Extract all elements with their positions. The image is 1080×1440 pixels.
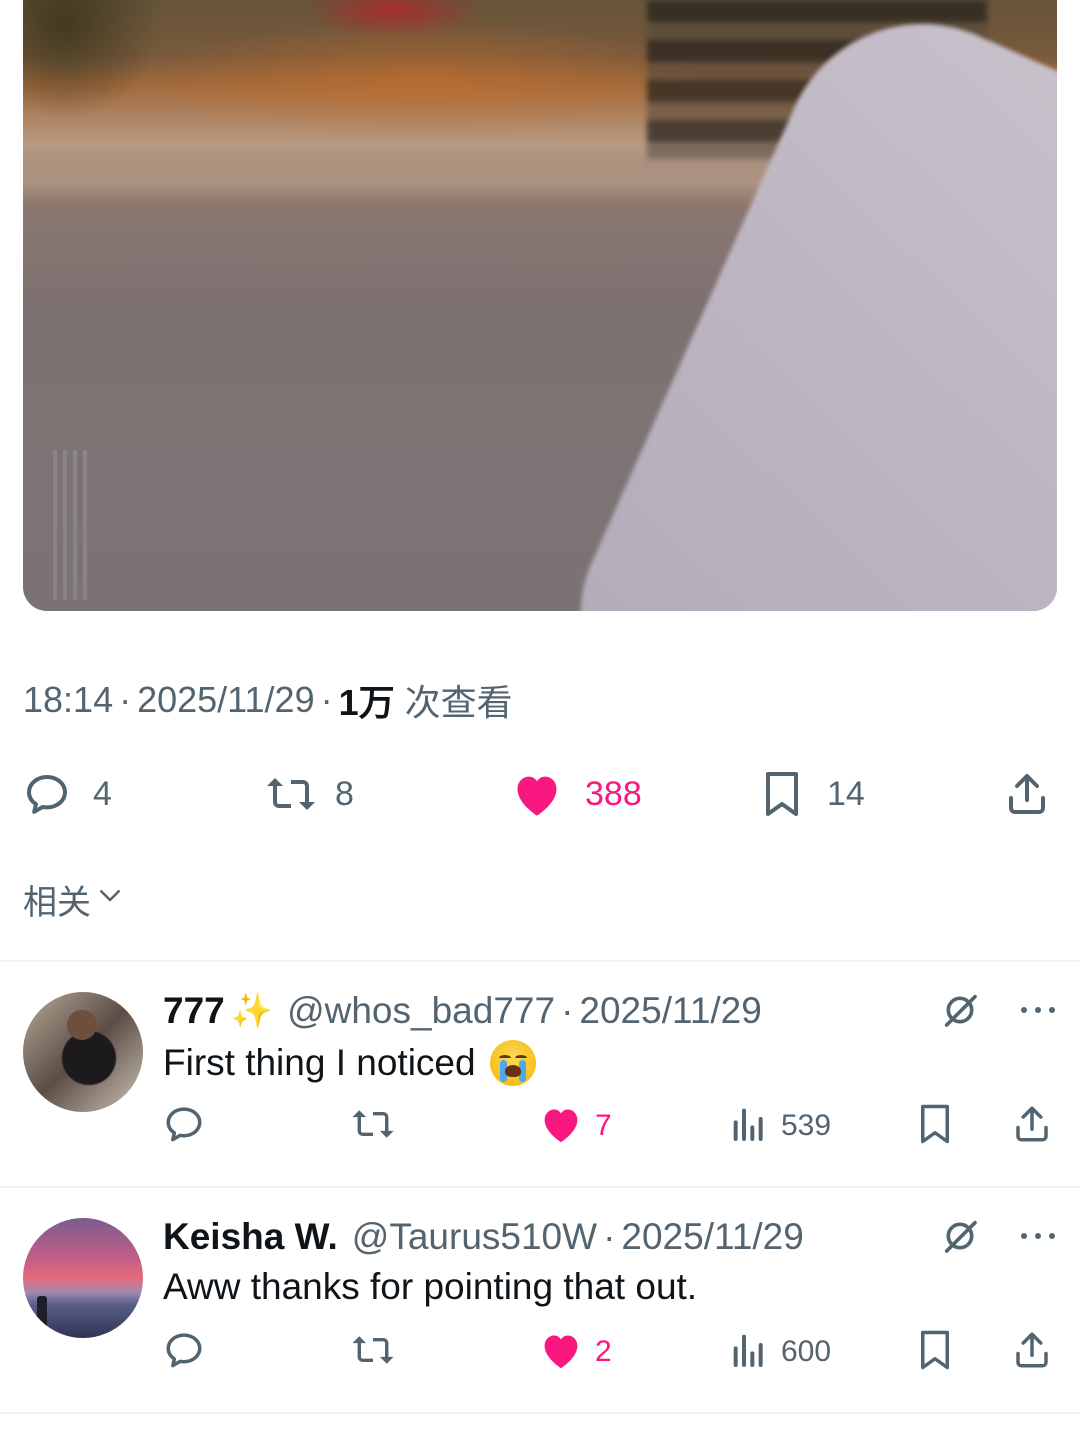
repost-button[interactable]: [349, 1328, 397, 1376]
divider: [0, 1412, 1080, 1414]
avatar[interactable]: [23, 1218, 143, 1338]
reply-author-name[interactable]: Keisha W.: [163, 1216, 338, 1258]
reply-author-handle[interactable]: @Taurus510W: [352, 1216, 597, 1258]
reply-text-content: First thing I noticed: [163, 1042, 476, 1083]
like-count: 2: [595, 1335, 612, 1368]
tweet-action-bar: 4 8 388 14: [23, 762, 1057, 826]
media-orange-glow: [143, 20, 703, 140]
bookmark-button[interactable]: [915, 1328, 955, 1376]
grok-icon[interactable]: [940, 1216, 980, 1261]
header-separator: ·: [561, 990, 574, 1031]
crying-emoji: [489, 1040, 536, 1086]
bookmark-button[interactable]: [915, 1102, 955, 1150]
share-button[interactable]: [1003, 762, 1051, 826]
tweet-detail-page: 18:14 · 2025/11/29 · 1万 次查看 4 8 388 14 相…: [0, 0, 1080, 1440]
more-options-icon[interactable]: [1020, 1003, 1056, 1021]
share-icon: [1011, 1329, 1053, 1376]
views-count: 600: [781, 1335, 832, 1368]
like-button[interactable]: 7: [539, 1102, 612, 1150]
bookmark-count: 14: [827, 774, 865, 813]
related-dropdown[interactable]: 相关: [23, 876, 125, 922]
grok-icon[interactable]: [940, 990, 980, 1035]
sparkles-emoji: ✨: [230, 992, 274, 1030]
reply-icon: [163, 1329, 205, 1376]
reply-action-bar: 2 600: [163, 1328, 1057, 1376]
reply-item[interactable]: 777 ✨ @whos_bad777 · 2025/11/29 First th…: [0, 988, 1080, 1184]
views-count[interactable]: 1万: [339, 674, 395, 726]
meta-separator: ·: [119, 679, 132, 720]
more-options-icon[interactable]: [1020, 1229, 1056, 1247]
like-count: 388: [585, 774, 642, 813]
reply-header: Keisha W. @Taurus510W · 2025/11/29: [163, 1214, 804, 1260]
avatar[interactable]: [23, 992, 143, 1112]
reply-date[interactable]: 2025/11/29: [621, 1216, 803, 1258]
reply-text-content: Aww thanks for pointing that out.: [163, 1266, 698, 1307]
share-icon: [1003, 770, 1051, 818]
views-label[interactable]: 次查看: [405, 674, 513, 726]
repost-button[interactable]: 8: [263, 762, 354, 826]
like-button[interactable]: 2: [539, 1328, 612, 1376]
reply-text: First thing I noticed: [163, 1040, 536, 1086]
reply-icon: [163, 1103, 205, 1150]
tweet-time[interactable]: 18:14: [23, 679, 113, 721]
like-count: 7: [595, 1109, 612, 1142]
heart-icon: [539, 1330, 583, 1375]
repost-icon: [349, 1103, 397, 1150]
repost-count: 8: [335, 774, 354, 813]
reply-button[interactable]: [163, 1328, 205, 1376]
analytics-icon: [729, 1104, 769, 1149]
bookmark-icon: [915, 1329, 955, 1376]
reply-header-icons: [940, 1216, 1056, 1260]
meta-separator: ·: [320, 679, 333, 720]
bookmark-button[interactable]: 14: [759, 762, 865, 826]
reply-button[interactable]: [163, 1102, 205, 1150]
bookmark-icon: [759, 770, 805, 818]
reply-count: 4: [93, 774, 112, 813]
share-button[interactable]: [1011, 1102, 1053, 1150]
views-button[interactable]: 539: [729, 1102, 831, 1150]
tweet-date[interactable]: 2025/11/29: [137, 679, 315, 721]
reply-text: Aww thanks for pointing that out.: [163, 1266, 697, 1308]
reply-author-handle[interactable]: @whos_bad777: [287, 990, 555, 1032]
tweet-media-image[interactable]: [23, 0, 1057, 611]
repost-icon: [349, 1329, 397, 1376]
media-plant: [23, 0, 163, 120]
reply-icon: [23, 770, 71, 818]
like-button[interactable]: 388: [511, 762, 642, 826]
repost-button[interactable]: [349, 1102, 397, 1150]
divider: [0, 1186, 1080, 1188]
tweet-meta: 18:14 · 2025/11/29 · 1万 次查看: [23, 678, 513, 723]
analytics-icon: [729, 1330, 769, 1375]
media-stripes: [53, 450, 93, 600]
reply-date[interactable]: 2025/11/29: [579, 990, 761, 1032]
divider: [0, 960, 1080, 962]
reply-author-name[interactable]: 777: [163, 990, 225, 1032]
reply-item[interactable]: Keisha W. @Taurus510W · 2025/11/29 Aww t…: [0, 1214, 1080, 1410]
reply-header-icons: [940, 990, 1056, 1034]
views-button[interactable]: 600: [729, 1328, 831, 1376]
bookmark-icon: [915, 1103, 955, 1150]
views-count: 539: [781, 1109, 832, 1142]
header-separator: ·: [603, 1216, 616, 1257]
reply-header: 777 ✨ @whos_bad777 · 2025/11/29: [163, 988, 762, 1034]
share-button[interactable]: [1011, 1328, 1053, 1376]
reply-button[interactable]: 4: [23, 762, 112, 826]
chevron-down-icon: [95, 880, 125, 919]
related-label: 相关: [23, 883, 91, 922]
reply-action-bar: 7 539: [163, 1102, 1057, 1150]
heart-icon: [539, 1104, 583, 1149]
heart-icon: [511, 770, 563, 818]
share-icon: [1011, 1103, 1053, 1150]
repost-icon: [263, 770, 319, 818]
